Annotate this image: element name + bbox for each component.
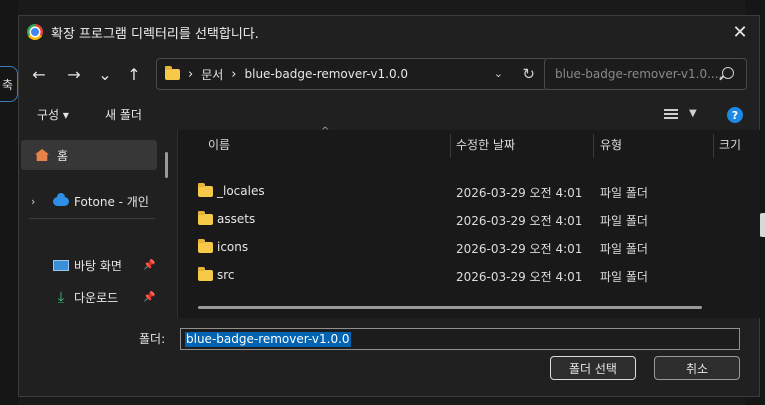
organize-button[interactable]: 구성 ▾: [37, 106, 69, 123]
sidebar-item-label: 다운로드: [74, 290, 119, 305]
column-header-name[interactable]: 이름: [208, 130, 230, 158]
folder-icon: [198, 183, 213, 197]
forward-arrow-icon: →: [67, 64, 81, 84]
address-dropdown-icon[interactable]: ⌄: [494, 67, 503, 80]
file-list: 이름 ^ 수정한 날짜 유형 크기 _locales 2026-03-29 오전…: [177, 126, 760, 318]
chevron-down-icon: ⌄: [98, 64, 112, 84]
background-chip-text: 축: [1, 77, 13, 92]
column-header-label: 유형: [600, 137, 623, 152]
file-modified: 2026-03-29 오전 4:01: [456, 242, 583, 256]
cloud-icon: [53, 192, 69, 206]
background-chip: 축: [0, 66, 18, 102]
recent-locations-button[interactable]: ⌄: [93, 62, 117, 86]
horizontal-scrollbar[interactable]: [198, 306, 702, 309]
column-separator[interactable]: [713, 134, 714, 158]
column-separator[interactable]: [593, 134, 594, 158]
dialog-footer: 폴더: blue-badge-remover-v1.0.0 폴더 선택 취소: [19, 318, 759, 396]
file-name: src: [217, 268, 235, 282]
search-placeholder: blue-badge-remover-v1.0....: [555, 67, 723, 81]
folder-field-label: 폴더:: [139, 332, 166, 346]
sidebar-item-label: 바탕 화면: [74, 258, 122, 273]
folder-icon: [198, 211, 213, 225]
pin-icon[interactable]: 📌: [143, 292, 155, 303]
cancel-button[interactable]: 취소: [654, 356, 740, 380]
sidebar-item-label: 홈: [57, 148, 69, 163]
up-arrow-icon: ↑: [127, 64, 141, 84]
up-button[interactable]: ↑: [122, 62, 146, 86]
breadcrumb-separator-icon: ›: [231, 66, 237, 82]
breadcrumb-separator-icon: ›: [188, 66, 194, 82]
dialog-title: 확장 프로그램 디렉터리를 선택합니다.: [51, 26, 259, 42]
folder-name-value: blue-badge-remover-v1.0.0: [185, 332, 351, 347]
sidebar-item-downloads[interactable]: ⤓ 다운로드 📌: [19, 284, 177, 310]
file-type: 파일 폴더: [600, 270, 648, 284]
list-item[interactable]: icons 2026-03-29 오전 4:01 파일 폴더: [178, 233, 760, 261]
file-modified: 2026-03-29 오전 4:01: [456, 186, 583, 200]
breadcrumb-documents[interactable]: 문서: [201, 66, 223, 83]
background-page-left: [0, 0, 18, 405]
desktop-icon: [53, 259, 69, 271]
file-name: _locales: [217, 184, 265, 198]
sidebar-item-desktop[interactable]: 바탕 화면 📌: [19, 252, 177, 278]
search-input[interactable]: blue-badge-remover-v1.0....: [544, 58, 747, 90]
file-name: icons: [217, 240, 249, 254]
list-item[interactable]: src 2026-03-29 오전 4:01 파일 폴더: [178, 261, 760, 289]
help-icon[interactable]: ?: [727, 107, 743, 123]
refresh-icon[interactable]: ↻: [522, 65, 535, 83]
breadcrumb-current-folder[interactable]: blue-badge-remover-v1.0.0: [245, 67, 409, 81]
chevron-right-icon[interactable]: ›: [31, 195, 35, 208]
download-icon: ⤓: [57, 288, 65, 306]
list-item[interactable]: assets 2026-03-29 오전 4:01 파일 폴더: [178, 205, 760, 233]
background-chip-right: [752, 345, 765, 361]
command-bar: 구성 ▾ 새 폴더 ▼ ?: [19, 100, 759, 130]
file-modified: 2026-03-29 오전 4:01: [456, 214, 583, 228]
sidebar-divider: [29, 218, 155, 219]
home-icon: [35, 149, 49, 161]
pin-icon[interactable]: 📌: [143, 260, 155, 271]
select-folder-button[interactable]: 폴더 선택: [550, 356, 636, 380]
search-icon[interactable]: [722, 67, 734, 79]
column-separator[interactable]: [450, 134, 451, 158]
forward-button[interactable]: →: [62, 62, 86, 86]
file-name: assets: [217, 212, 256, 226]
folder-name-input[interactable]: blue-badge-remover-v1.0.0: [180, 328, 740, 350]
view-dropdown-icon[interactable]: ▼: [689, 108, 697, 119]
column-header-modified[interactable]: 수정한 날짜: [456, 130, 515, 158]
file-type: 파일 폴더: [600, 186, 648, 200]
view-options-icon[interactable]: [664, 109, 678, 121]
address-bar[interactable]: › 문서 › blue-badge-remover-v1.0.0 ⌄ ↻: [156, 58, 548, 90]
folder-icon: [198, 239, 213, 253]
column-header-label: 크기: [719, 137, 742, 152]
back-arrow-icon: ←: [32, 64, 46, 84]
navigation-pane: 홈 › Fotone - 개인 바탕 화면 📌 ⤓ 다운로드 📌 문서 📌: [19, 130, 177, 318]
title-bar: 확장 프로그램 디렉터리를 선택합니다. ✕: [19, 16, 759, 48]
file-modified: 2026-03-29 오전 4:01: [456, 270, 583, 284]
folder-icon: [165, 65, 180, 80]
sidebar-item-label: Fotone - 개인: [74, 194, 149, 209]
close-icon: ✕: [732, 21, 748, 43]
folder-icon: [198, 267, 213, 281]
back-button[interactable]: ←: [27, 62, 51, 86]
file-type: 파일 폴더: [600, 242, 648, 256]
sidebar-scrollbar[interactable]: [165, 152, 168, 178]
chrome-icon: [27, 24, 43, 40]
sidebar-item-onedrive[interactable]: › Fotone - 개인: [19, 188, 177, 214]
sidebar-item-home[interactable]: 홈: [21, 140, 157, 170]
navigation-bar: ← → ⌄ ↑ › 문서 › blue-badge-remover-v1.0.0…: [19, 56, 759, 92]
sort-ascending-icon: ^: [321, 126, 330, 137]
column-header-label: 이름: [208, 137, 231, 152]
column-header-type[interactable]: 유형: [600, 130, 622, 158]
file-type: 파일 폴더: [600, 214, 648, 228]
new-folder-button[interactable]: 새 폴더: [105, 106, 142, 123]
close-button[interactable]: ✕: [727, 20, 753, 44]
column-header-label: 수정한 날짜: [456, 137, 516, 152]
file-dialog: 확장 프로그램 디렉터리를 선택합니다. ✕ ← → ⌄ ↑ › 문서 › bl…: [18, 15, 760, 397]
list-item[interactable]: _locales 2026-03-29 오전 4:01 파일 폴더: [178, 177, 760, 205]
column-header-size[interactable]: 크기: [719, 130, 741, 158]
